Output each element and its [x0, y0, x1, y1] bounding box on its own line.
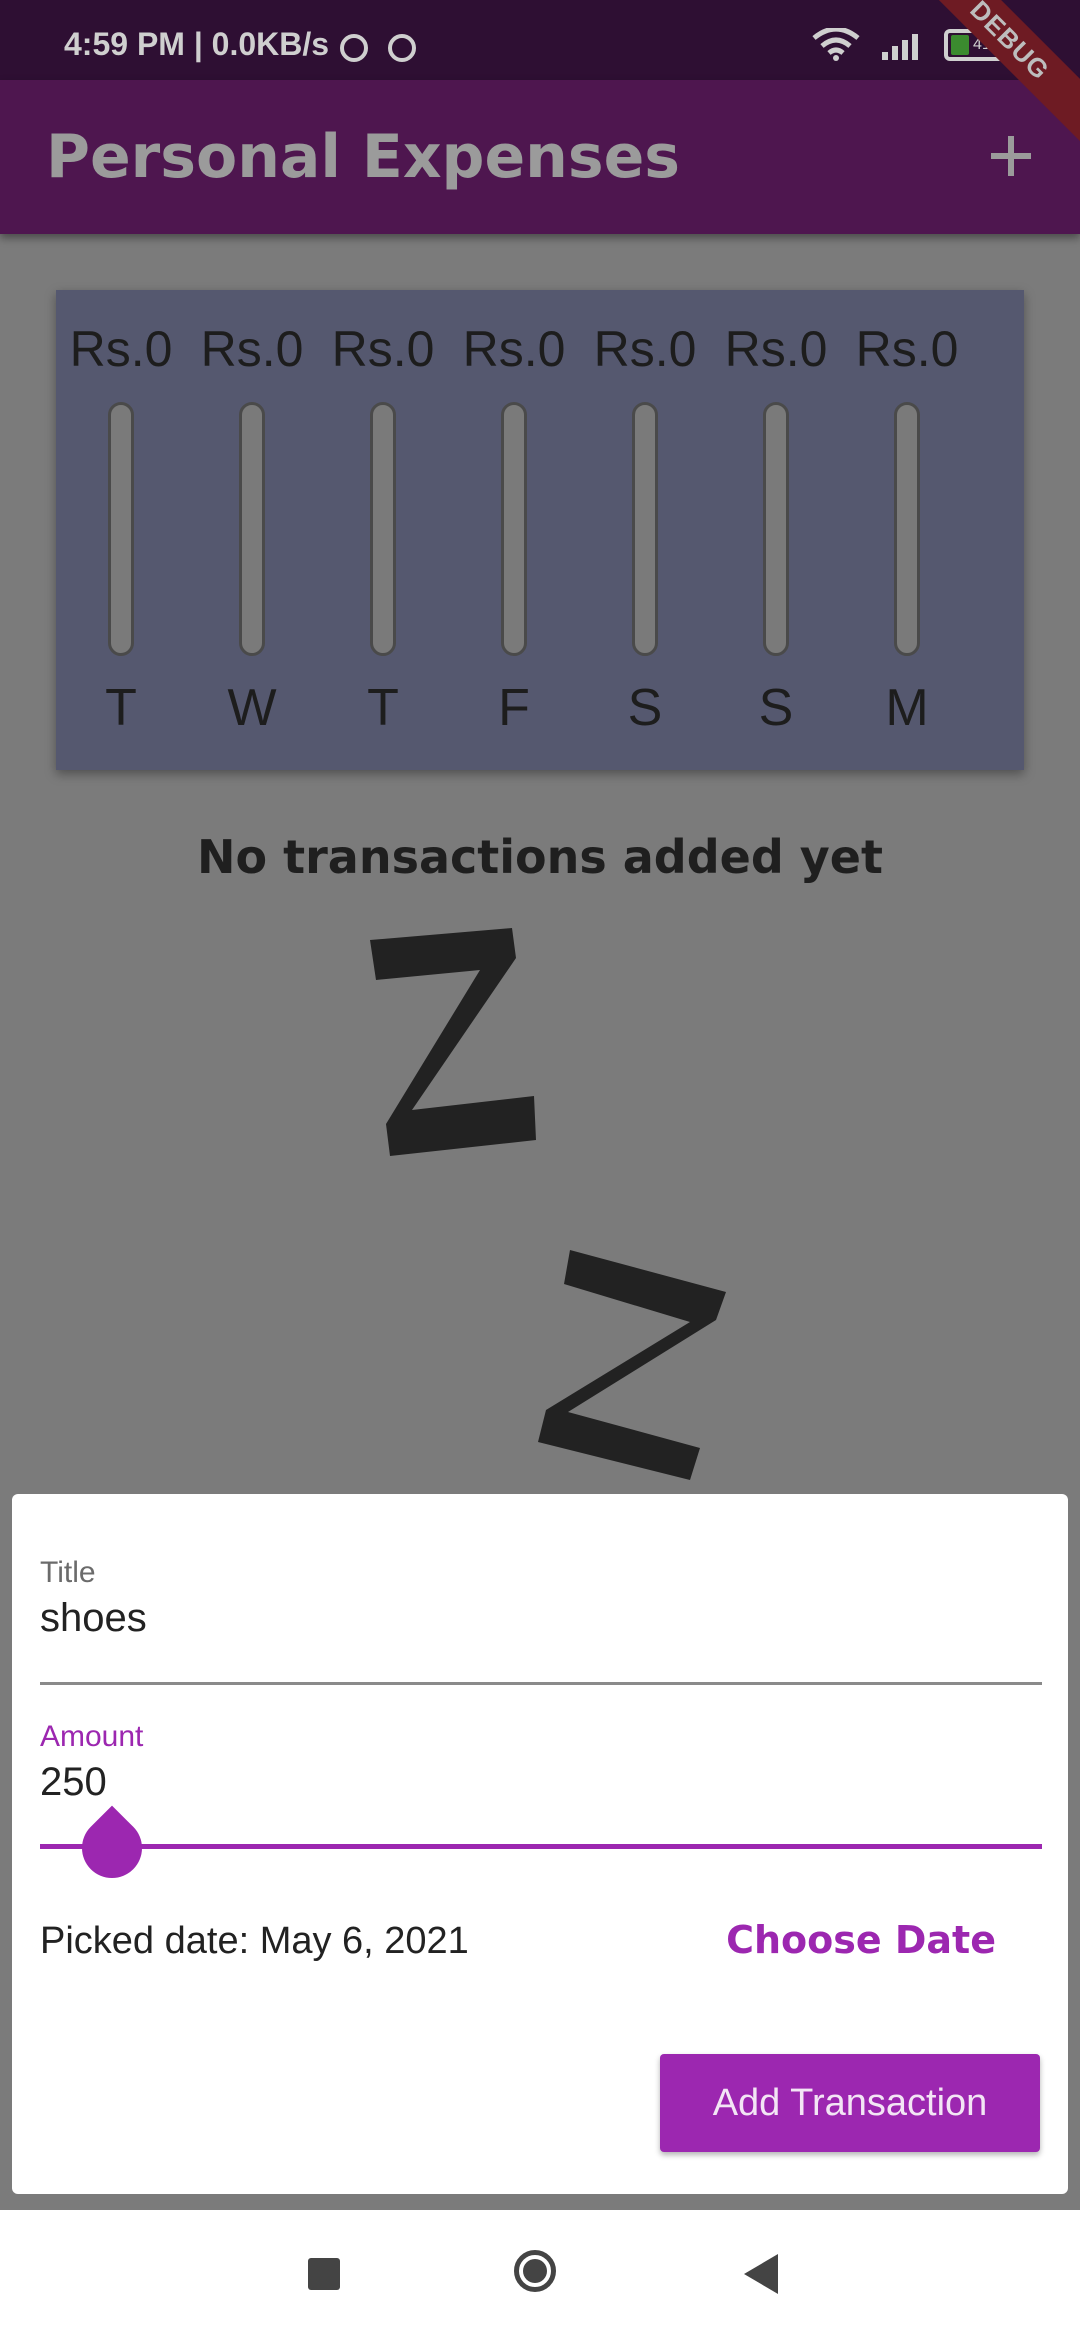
page-title: Personal Expenses	[46, 122, 681, 192]
sleeping-zz-icon	[370, 928, 726, 1480]
weekly-chart: Rs.0 T Rs.0 W Rs.0 T Rs.0 F Rs.0 S Rs.0 S Rs.0 M	[56, 290, 1024, 770]
bar-day-label: M	[885, 679, 929, 737]
chart-bar-column: Rs.0 S	[580, 290, 710, 770]
battery-fill	[951, 35, 969, 55]
amount-input[interactable]: 250	[40, 1760, 107, 1805]
title-input[interactable]: shoes	[40, 1596, 147, 1641]
bar-day-label: W	[227, 679, 277, 737]
sync-icon	[388, 34, 416, 62]
bar-track	[632, 402, 658, 656]
bar-amount-label: Rs.0	[593, 321, 697, 377]
empty-state-message: No transactions added yet	[197, 830, 883, 884]
chart-bar-column: Rs.0 M	[842, 290, 972, 770]
add-transaction-button[interactable]: Add Transaction	[660, 2054, 1040, 2152]
amount-field-label: Amount	[40, 1720, 144, 1753]
app-bar: Personal Expenses	[0, 80, 1080, 234]
bar-day-label: S	[627, 679, 663, 737]
bar-amount-label: Rs.0	[69, 321, 173, 377]
bar-day-label: F	[498, 679, 530, 737]
chart-bar-column: Rs.0 T	[56, 290, 186, 770]
title-field-label: Title	[40, 1556, 96, 1589]
back-icon[interactable]	[740, 2250, 790, 2300]
bar-track	[894, 402, 920, 656]
choose-date-button[interactable]: Choose Date	[726, 1918, 996, 1962]
data-saver-icon	[340, 34, 368, 62]
status-time-network: 4:59 PM | 0.0KB/s	[64, 26, 330, 62]
chart-bar-column: Rs.0 F	[449, 290, 579, 770]
title-field-underline	[40, 1682, 1042, 1685]
bar-amount-label: Rs.0	[724, 321, 828, 377]
navigation-bar	[0, 2210, 1080, 2340]
home-icon[interactable]	[514, 2250, 564, 2300]
chart-bar-column: Rs.0 W	[187, 290, 317, 770]
bar-day-label: S	[758, 679, 794, 737]
signal-icon	[878, 28, 926, 62]
bar-amount-label: Rs.0	[331, 321, 435, 377]
bar-track	[239, 402, 265, 656]
bar-day-label: T	[367, 679, 399, 737]
chart-bar-column: Rs.0 S	[711, 290, 841, 770]
bar-amount-label: Rs.0	[200, 321, 304, 377]
chart-bar-column: Rs.0 T	[318, 290, 448, 770]
status-bar: 4:59 PM | 0.0KB/s 41	[0, 0, 1080, 80]
add-icon[interactable]	[984, 128, 1040, 184]
bar-amount-label: Rs.0	[462, 321, 566, 377]
bar-track	[763, 402, 789, 656]
bar-track	[370, 402, 396, 656]
amount-slider-thumb[interactable]	[69, 1805, 155, 1891]
amount-slider-track[interactable]	[40, 1844, 1042, 1849]
recent-apps-icon[interactable]	[300, 2250, 350, 2300]
bar-track	[108, 402, 134, 656]
picked-date-text: Picked date: May 6, 2021	[40, 1920, 469, 1962]
bar-day-label: T	[105, 679, 137, 737]
add-transaction-sheet: Title shoes Amount 250 Picked date: May …	[12, 1494, 1068, 2194]
wifi-icon	[812, 28, 860, 62]
bar-track	[501, 402, 527, 656]
bar-amount-label: Rs.0	[855, 321, 959, 377]
